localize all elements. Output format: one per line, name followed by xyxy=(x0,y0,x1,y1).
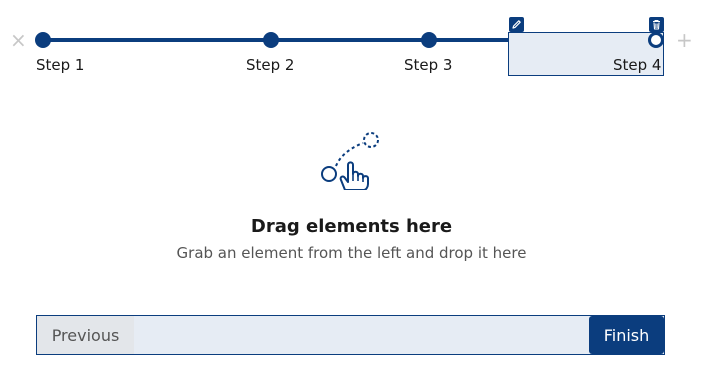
wizard-footer: Previous Finish xyxy=(36,315,665,355)
trash-icon xyxy=(653,19,660,30)
pencil-icon xyxy=(512,20,521,29)
delete-step-button[interactable] xyxy=(649,17,664,32)
step-2-label[interactable]: Step 2 xyxy=(246,56,294,74)
add-step-icon[interactable]: + xyxy=(676,28,693,52)
step-3-dot[interactable] xyxy=(421,32,437,48)
stepper: × Step 1 Step 2 Step 3 Step 4 + xyxy=(0,0,703,90)
drop-zone-subtitle: Grab an element from the left and drop i… xyxy=(176,244,527,262)
edit-step-button[interactable] xyxy=(509,17,524,32)
drop-zone[interactable]: Drag elements here Grab an element from … xyxy=(0,110,703,280)
step-3-label[interactable]: Step 3 xyxy=(404,56,452,74)
finish-button[interactable]: Finish xyxy=(589,316,664,354)
drag-hand-icon xyxy=(321,132,379,190)
step-1-label[interactable]: Step 1 xyxy=(36,56,84,74)
step-1-dot[interactable] xyxy=(35,32,51,48)
drop-zone-title: Drag elements here xyxy=(250,216,453,237)
step-4-label[interactable]: Step 4 xyxy=(613,56,661,74)
remove-step-icon[interactable]: × xyxy=(10,28,27,52)
previous-button[interactable]: Previous xyxy=(37,316,134,354)
step-2-dot[interactable] xyxy=(263,32,279,48)
step-4-dot[interactable] xyxy=(648,32,664,48)
